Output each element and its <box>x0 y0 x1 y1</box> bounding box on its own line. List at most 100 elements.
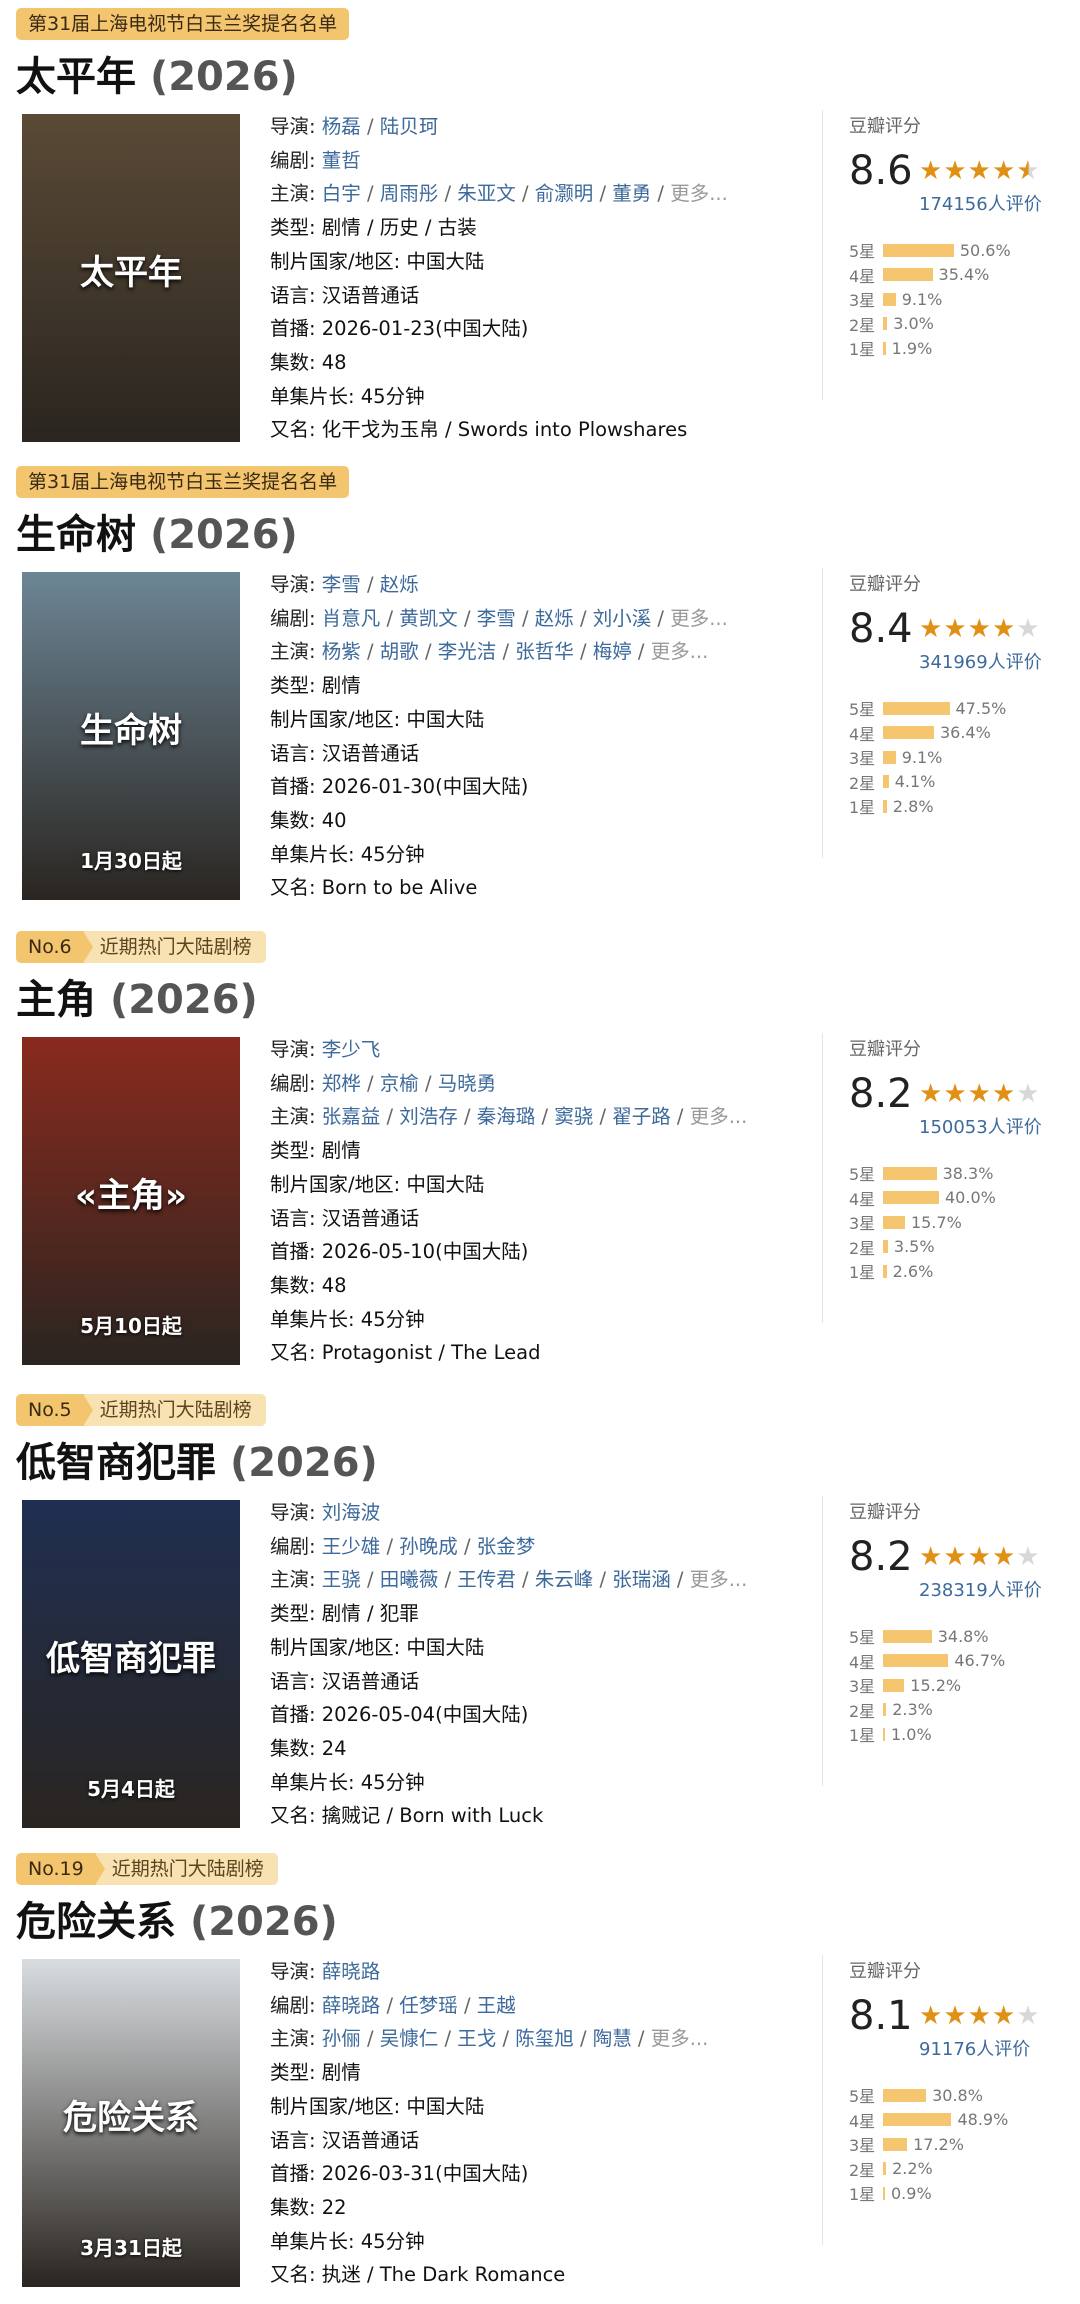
separator: / <box>438 182 458 206</box>
person-link[interactable]: 孙晚成 <box>399 1535 458 1558</box>
person-link[interactable]: 薛晓路 <box>322 1960 381 1983</box>
more-link[interactable]: 更多... <box>690 1568 748 1591</box>
person-link[interactable]: 吴慷仁 <box>380 2027 439 2050</box>
person-link[interactable]: 刘小溪 <box>593 607 652 630</box>
person-link[interactable]: 周雨彤 <box>380 182 439 205</box>
person-link[interactable]: 朱云峰 <box>535 1568 594 1591</box>
person-link[interactable]: 李光洁 <box>438 640 497 663</box>
distribution-percent: 1.9% <box>891 338 933 358</box>
person-link[interactable]: 杨紫 <box>322 640 361 663</box>
distribution-bar <box>883 341 886 355</box>
person-link[interactable]: 孙俪 <box>322 2027 361 2050</box>
person-link[interactable]: 李雪 <box>477 607 516 630</box>
person-link[interactable]: 赵烁 <box>535 607 574 630</box>
person-link[interactable]: 朱亚文 <box>457 182 516 205</box>
info-block: 导演: 李少飞 编剧: 郑桦 / 京榆 / 马晓勇 主演: 张嘉益 / 刘浩存 / … <box>270 1033 830 1370</box>
person-link[interactable]: 任梦瑶 <box>399 1994 458 2017</box>
vote-count-link[interactable]: 150053人评价 <box>919 1113 1042 1139</box>
poster-image[interactable]: 太平年 <box>22 114 240 442</box>
person-link[interactable]: 梅婷 <box>593 640 632 663</box>
person-link[interactable]: 杨磊 <box>322 115 361 138</box>
poster-image[interactable]: «主角» 5月10日起 <box>22 1037 240 1365</box>
person-link[interactable]: 薛晓路 <box>322 1994 381 2017</box>
person-link[interactable]: 秦海璐 <box>477 1105 536 1128</box>
person-link[interactable]: 田曦薇 <box>380 1568 439 1591</box>
ranking-badge[interactable]: No.6 近期热门大陆剧榜 <box>16 931 266 963</box>
person-link[interactable]: 张哲华 <box>515 640 574 663</box>
show-title[interactable]: 低智商犯罪 (2026) <box>16 1430 378 1488</box>
separator: / <box>457 1534 477 1558</box>
person-link[interactable]: 黄凯文 <box>399 607 458 630</box>
info-block: 导演: 刘海波 编剧: 王少雄 / 孙晚成 / 张金梦 主演: 王骁 / 田曦薇 /… <box>270 1496 830 1833</box>
more-link[interactable]: 更多... <box>670 607 728 630</box>
separator: / <box>496 2027 516 2051</box>
person-link[interactable]: 肖意凡 <box>322 607 381 630</box>
person-link[interactable]: 王少雄 <box>322 1535 381 1558</box>
person-link[interactable]: 王戈 <box>457 2027 496 2050</box>
rating-distribution: 5星 38.3% 4星 40.0% 3星 15.7% 2星 3.5% 1星 2.6% <box>849 1161 1069 1284</box>
vote-count-link[interactable]: 341969人评价 <box>919 648 1042 674</box>
person-link[interactable]: 陈玺旭 <box>515 2027 574 2050</box>
director-row-key: 导演: <box>270 573 322 596</box>
ranking-badge[interactable]: No.19 近期热门大陆剧榜 <box>16 1853 278 1885</box>
person-link[interactable]: 俞灏明 <box>535 182 594 205</box>
distribution-bar <box>883 2186 885 2200</box>
poster-image[interactable]: 生命树 1月30日起 <box>22 572 240 900</box>
person-link[interactable]: 张金梦 <box>477 1535 536 1558</box>
person-link[interactable]: 王传君 <box>457 1568 516 1591</box>
star-level: 5星 <box>849 2087 876 2107</box>
separator: / <box>593 182 613 206</box>
person-link[interactable]: 陆贝珂 <box>380 115 439 138</box>
star-icon: ★ <box>967 156 992 186</box>
writer-row: 编剧: 王少雄 / 孙晚成 / 张金梦 <box>270 1530 830 1564</box>
person-link[interactable]: 王骁 <box>322 1568 361 1591</box>
person-link[interactable]: 陶慧 <box>593 2027 632 2050</box>
separator: / <box>360 573 380 596</box>
person-link[interactable]: 赵烁 <box>380 573 419 596</box>
person-link[interactable]: 刘海波 <box>322 1501 381 1524</box>
distribution-percent: 3.5% <box>893 1237 935 1257</box>
person-link[interactable]: 白宇 <box>322 182 361 205</box>
person-link[interactable]: 董哲 <box>322 149 361 172</box>
person-link[interactable]: 王越 <box>477 1994 516 2017</box>
person-link[interactable]: 刘浩存 <box>399 1105 458 1128</box>
award-badge[interactable]: 第31届上海电视节白玉兰奖提名名单 <box>16 466 350 498</box>
person-link[interactable]: 董勇 <box>612 182 651 205</box>
show-title[interactable]: 太平年 (2026) <box>16 44 298 102</box>
vote-count-link[interactable]: 238319人评价 <box>919 1576 1042 1602</box>
aka-row: 又名: Born to be Alive <box>270 876 478 900</box>
show-title[interactable]: 生命树 (2026) <box>16 502 298 560</box>
distribution-percent: 46.7% <box>954 1651 1006 1671</box>
person-link[interactable]: 翟子路 <box>612 1105 671 1128</box>
distribution-bar <box>883 726 934 740</box>
person-link[interactable]: 李雪 <box>322 573 361 596</box>
cast-row-key: 主演: <box>270 182 322 206</box>
person-link[interactable]: 郑桦 <box>322 1072 361 1095</box>
person-link[interactable]: 张瑞涵 <box>612 1568 671 1591</box>
person-link[interactable]: 窦骁 <box>554 1105 593 1128</box>
more-link[interactable]: 更多... <box>651 2027 709 2050</box>
ranking-badge[interactable]: No.5 近期热门大陆剧榜 <box>16 1394 266 1426</box>
runtime-row: 单集片长: 45分钟 <box>270 2229 425 2253</box>
more-link[interactable]: 更多... <box>690 1105 748 1128</box>
person-link[interactable]: 张嘉益 <box>322 1105 381 1128</box>
poster-image[interactable]: 低智商犯罪 5月4日起 <box>22 1500 240 1828</box>
year-text: (2026) <box>109 977 258 1023</box>
show-title[interactable]: 主角 (2026) <box>16 967 258 1025</box>
vote-count-link[interactable]: 91176人评价 <box>919 2035 1030 2061</box>
star-icon: ★ <box>967 1542 992 1572</box>
separator: / <box>593 1568 613 1592</box>
director-row-key: 导演: <box>270 1038 322 1061</box>
award-badge[interactable]: 第31届上海电视节白玉兰奖提名名单 <box>16 8 350 40</box>
star-icon: ★ <box>943 614 968 644</box>
rank-number: No.6 <box>16 931 84 963</box>
vote-count-link[interactable]: 174156人评价 <box>919 190 1042 216</box>
show-title[interactable]: 危险关系 (2026) <box>16 1889 338 1947</box>
person-link[interactable]: 京榆 <box>380 1072 419 1095</box>
more-link[interactable]: 更多... <box>670 182 728 205</box>
more-link[interactable]: 更多... <box>651 640 709 663</box>
person-link[interactable]: 马晓勇 <box>438 1072 497 1095</box>
person-link[interactable]: 李少飞 <box>322 1038 381 1061</box>
poster-image[interactable]: 危险关系 3月31日起 <box>22 1959 240 2287</box>
person-link[interactable]: 胡歌 <box>380 640 419 663</box>
